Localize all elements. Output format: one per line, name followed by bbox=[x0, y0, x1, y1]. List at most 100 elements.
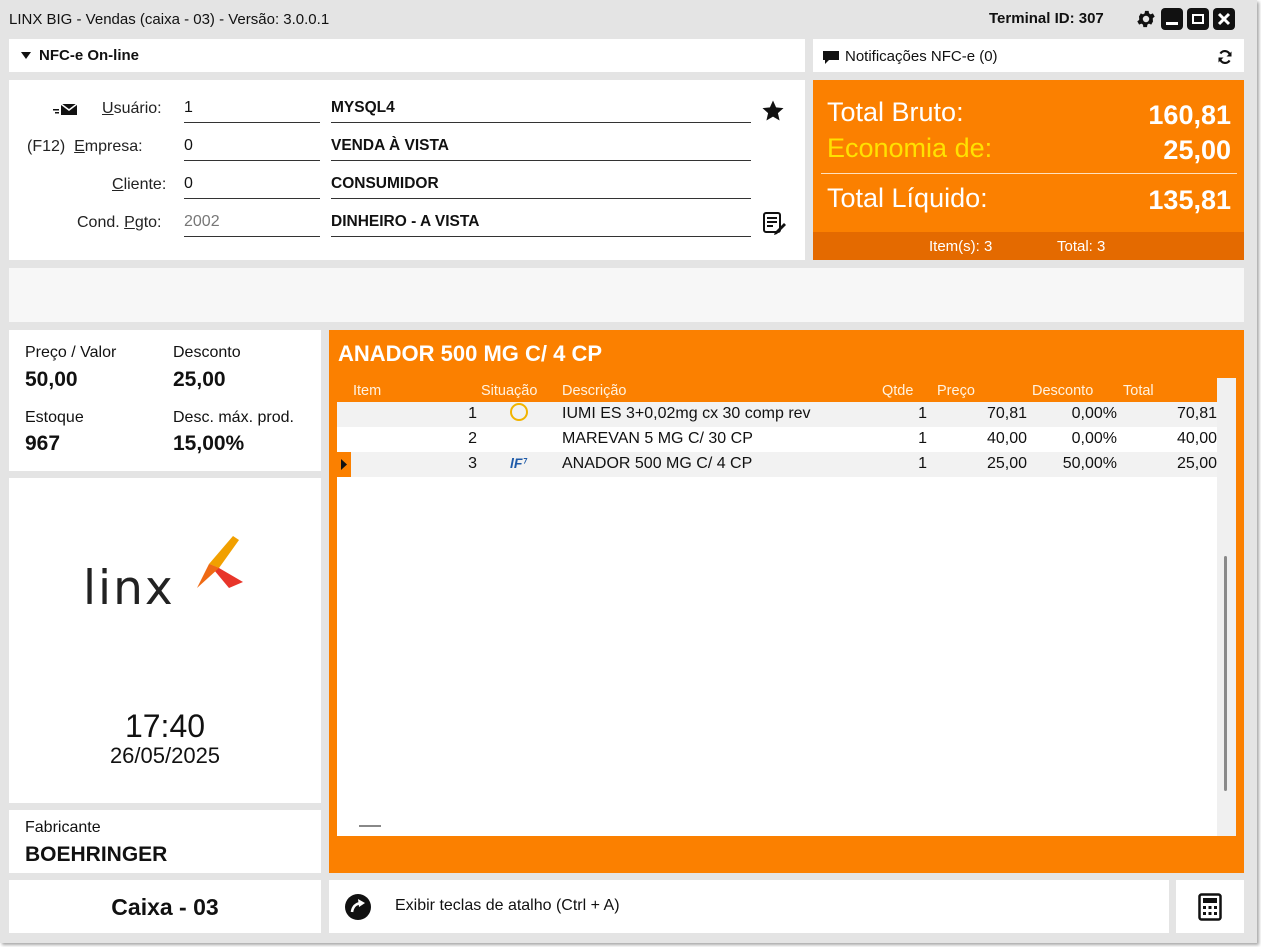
price-panel: Preço / Valor 50,00 Desconto 25,00 Estoq… bbox=[9, 330, 321, 471]
totals-divider bbox=[821, 173, 1237, 174]
col-situacao[interactable]: Situação bbox=[481, 383, 537, 399]
lf-mark-icon: lF⁊ bbox=[510, 455, 527, 471]
calculator-icon bbox=[1198, 893, 1222, 921]
col-descricao[interactable]: Descrição bbox=[562, 383, 626, 399]
row-preco: 70,81 bbox=[986, 405, 1027, 422]
row-item: 3 bbox=[468, 455, 477, 472]
shortcut-bar[interactable]: Exibir teclas de atalho (Ctrl + A) bbox=[329, 880, 1169, 933]
desc-max-label: Desc. máx. prod. bbox=[173, 409, 294, 426]
product-grid-panel: ANADOR 500 MG C/ 4 CP Item Situação Desc… bbox=[329, 330, 1244, 873]
col-qtde[interactable]: Qtde bbox=[882, 383, 913, 399]
total-liquido-value: 135,81 bbox=[1148, 185, 1231, 215]
desc-max-value: 15,00% bbox=[173, 432, 245, 455]
col-desconto[interactable]: Desconto bbox=[1032, 383, 1093, 399]
vertical-scrollbar[interactable] bbox=[1217, 378, 1236, 836]
restore-icon[interactable] bbox=[1187, 8, 1209, 30]
cliente-label: Cliente: bbox=[112, 176, 167, 193]
gear-icon[interactable] bbox=[1135, 8, 1157, 30]
items-count: Item(s): 3 bbox=[929, 238, 993, 255]
row-descricao: MAREVAN 5 MG C/ 30 CP bbox=[562, 430, 753, 447]
grid-footer bbox=[337, 836, 1236, 866]
chat-bubble-icon bbox=[823, 51, 839, 64]
row-pointer-icon bbox=[337, 452, 351, 477]
empresa-desc-field[interactable]: VENDA À VISTA bbox=[331, 137, 751, 161]
table-row[interactable]: 2 MAREVAN 5 MG C/ 30 CP 1 40,00 0,00% 40… bbox=[337, 427, 1217, 452]
economia-value: 25,00 bbox=[1163, 135, 1231, 165]
arrow-circle-icon[interactable] bbox=[344, 893, 372, 921]
close-icon[interactable] bbox=[1213, 8, 1235, 30]
status-circle-icon bbox=[510, 403, 528, 421]
row-desconto: 0,00% bbox=[1071, 405, 1117, 422]
linx-flame-logo-icon bbox=[197, 536, 243, 588]
window-title: LINX BIG - Vendas (caixa - 03) - Versão:… bbox=[9, 11, 330, 28]
row-total: 40,00 bbox=[1176, 430, 1217, 447]
calculator-button[interactable] bbox=[1176, 880, 1244, 933]
caixa-panel: Caixa - 03 bbox=[9, 880, 321, 933]
title-bar: LINX BIG - Vendas (caixa - 03) - Versão:… bbox=[0, 0, 1257, 38]
triangle-down-icon bbox=[21, 52, 31, 59]
message-bar bbox=[9, 268, 1244, 322]
total-liquido-label: Total Líquido: bbox=[827, 183, 988, 213]
totals-footer: Item(s): 3 Total: 3 bbox=[813, 232, 1244, 260]
cond-pgto-label: Cond. Pgto: bbox=[77, 214, 162, 231]
notepad-edit-icon[interactable] bbox=[761, 210, 787, 236]
row-qtde: 1 bbox=[918, 405, 927, 422]
items-grid[interactable]: Item Situação Descrição Qtde Preço Desco… bbox=[337, 378, 1236, 836]
row-qtde: 1 bbox=[918, 430, 927, 447]
usuario-code-field[interactable]: 1 bbox=[184, 99, 320, 123]
col-preco[interactable]: Preço bbox=[937, 383, 975, 399]
row-total: 25,00 bbox=[1176, 455, 1217, 472]
usuario-desc-field[interactable]: MYSQL4 bbox=[331, 99, 751, 123]
usuario-label: Usuário: bbox=[102, 100, 162, 117]
row-descricao: ANADOR 500 MG C/ 4 CP bbox=[562, 455, 753, 472]
fabricante-label: Fabricante bbox=[25, 819, 101, 836]
estoque-value: 967 bbox=[25, 432, 61, 455]
preco-value: 50,00 bbox=[25, 368, 78, 391]
empresa-code-field[interactable]: 0 bbox=[184, 137, 320, 161]
table-row[interactable]: 3 lF⁊ ANADOR 500 MG C/ 4 CP 1 25,00 50,0… bbox=[337, 452, 1217, 477]
cliente-desc-field[interactable]: CONSUMIDOR bbox=[331, 175, 751, 199]
notifications-label: Notificações NFC-e (0) bbox=[845, 48, 998, 65]
cond-pgto-code-field[interactable]: 2002 bbox=[184, 213, 320, 237]
desconto-value: 25,00 bbox=[173, 368, 226, 391]
economia-label: Economia de: bbox=[827, 133, 993, 163]
app-window: LINX BIG - Vendas (caixa - 03) - Versão:… bbox=[0, 0, 1257, 943]
cliente-code-field[interactable]: 0 bbox=[184, 175, 320, 199]
row-descricao: IUMI ES 3+0,02mg cx 30 comp rev bbox=[562, 405, 811, 422]
minimize-icon[interactable] bbox=[1161, 8, 1183, 30]
envelope-icon[interactable] bbox=[52, 102, 78, 116]
nfc-mode-label: NFC-e On-line bbox=[39, 47, 139, 64]
nfc-mode-bar[interactable]: NFC-e On-line bbox=[9, 39, 805, 72]
clock-time: 17:40 bbox=[124, 708, 206, 744]
empresa-label: (F12) Empresa: bbox=[27, 138, 143, 155]
customer-panel: Usuário: 1 MYSQL4 (F12) Empresa: 0 VENDA… bbox=[9, 80, 805, 260]
fabricante-value: BOEHRINGER bbox=[25, 843, 168, 866]
nfc-notifications-bar[interactable]: Notificações NFC-e (0) bbox=[813, 39, 1244, 72]
items-total: Total: 3 bbox=[1057, 238, 1106, 255]
linx-logo-text: linx bbox=[83, 561, 175, 616]
preco-label: Preço / Valor bbox=[25, 344, 117, 361]
row-total: 70,81 bbox=[1176, 405, 1217, 422]
clock-date: 26/05/2025 bbox=[109, 743, 221, 768]
cond-pgto-desc-field[interactable]: DINHEIRO - A VISTA bbox=[331, 213, 751, 237]
horizontal-scrollbar[interactable] bbox=[359, 825, 381, 827]
row-desconto: 50,00% bbox=[1062, 455, 1117, 472]
star-icon[interactable] bbox=[761, 99, 785, 123]
estoque-label: Estoque bbox=[25, 409, 84, 426]
shortcut-label[interactable]: Exibir teclas de atalho (Ctrl + A) bbox=[395, 897, 620, 915]
row-preco: 25,00 bbox=[986, 455, 1027, 472]
totals-panel: Total Bruto: 160,81 Economia de: 25,00 T… bbox=[813, 80, 1244, 260]
table-row[interactable]: 1 IUMI ES 3+0,02mg cx 30 comp rev 1 70,8… bbox=[337, 402, 1217, 427]
total-bruto-value: 160,81 bbox=[1148, 100, 1231, 130]
manufacturer-panel: Fabricante BOEHRINGER bbox=[9, 810, 321, 873]
row-item: 1 bbox=[468, 405, 477, 422]
current-product-title: ANADOR 500 MG C/ 4 CP bbox=[338, 341, 603, 366]
grid-header: Item Situação Descrição Qtde Preço Desco… bbox=[337, 378, 1217, 402]
col-item[interactable]: Item bbox=[353, 383, 381, 399]
refresh-icon[interactable] bbox=[1217, 49, 1233, 65]
scrollbar-thumb[interactable] bbox=[1224, 556, 1227, 791]
desconto-label: Desconto bbox=[173, 344, 241, 361]
caixa-label: Caixa - 03 bbox=[111, 894, 219, 920]
row-desconto: 0,00% bbox=[1071, 430, 1117, 447]
col-total[interactable]: Total bbox=[1123, 383, 1154, 399]
